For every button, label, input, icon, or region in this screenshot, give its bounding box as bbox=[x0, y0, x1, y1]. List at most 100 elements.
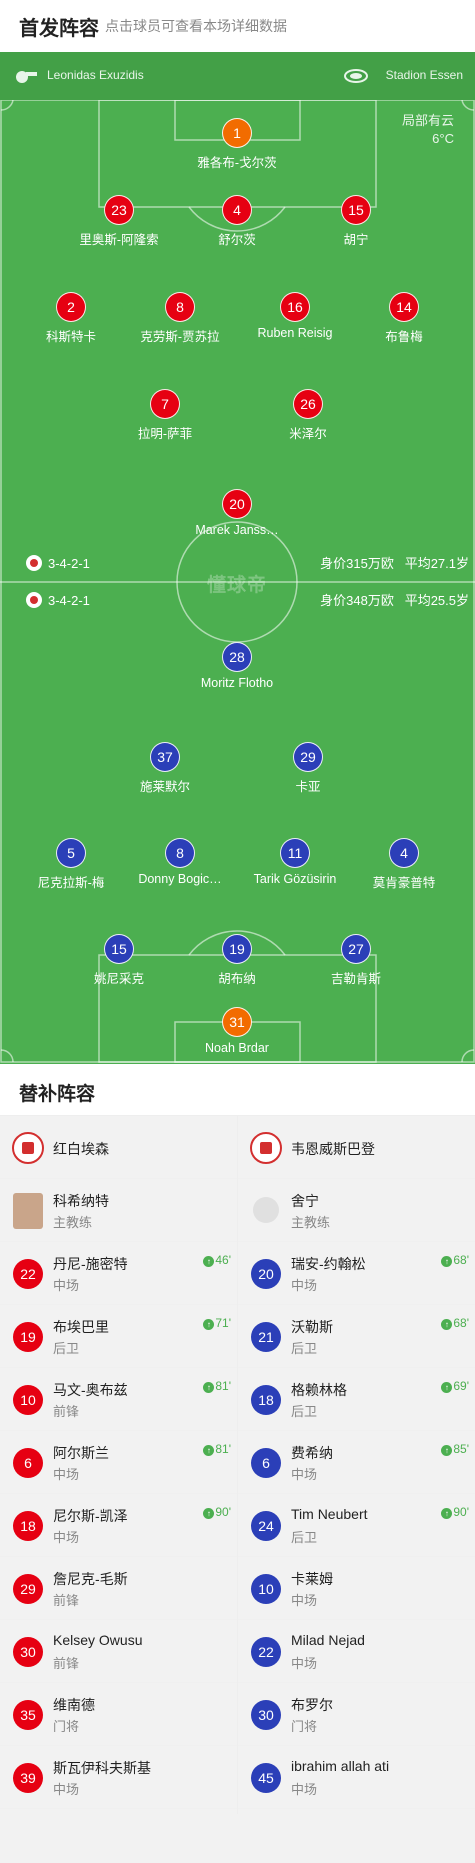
away-sub-row[interactable]: 24 Tim Neubert 后卫 ↑ 90' bbox=[238, 1494, 475, 1557]
away-player[interactable]: 37 施莱默尔 bbox=[115, 742, 215, 795]
away-sub-row[interactable]: 45 ibrahim allah ati 中场 bbox=[238, 1746, 475, 1809]
footer-space bbox=[0, 1814, 475, 1863]
sub-name: 詹尼克-毛斯 bbox=[53, 1571, 128, 1587]
away-sub-row[interactable]: 22 Milad Nejad 中场 bbox=[238, 1620, 475, 1683]
sub-in-minute-text: 46' bbox=[215, 1253, 231, 1267]
pitch: Leonidas Exuzidis Stadion Essen 局部有云 6°C… bbox=[0, 52, 475, 1064]
shirt-number: 11 bbox=[280, 838, 310, 868]
sub-position: 后卫 bbox=[53, 1341, 80, 1356]
away-player[interactable]: 11 Tarik Gözüsirin bbox=[245, 838, 345, 886]
home-player[interactable]: 8 克劳斯-贾苏拉 bbox=[130, 292, 230, 345]
sub-in-icon: ↑ bbox=[441, 1319, 453, 1330]
player-name: Tarik Gözüsirin bbox=[253, 872, 337, 886]
sub-in-minute: ↑ 69' bbox=[441, 1379, 469, 1393]
sub-in-minute-text: 68' bbox=[453, 1316, 469, 1330]
away-player[interactable]: 27 吉勒肯斯 bbox=[306, 934, 406, 987]
away-team-row[interactable]: 韦恩威斯巴登 bbox=[238, 1116, 475, 1179]
away-value: 身价348万欧 bbox=[320, 593, 394, 608]
home-player[interactable]: 1 雅各布-戈尔茨 bbox=[187, 118, 287, 171]
home-sub-row[interactable]: 19 布埃巴里 后卫 ↑ 71' bbox=[0, 1305, 237, 1368]
away-coach-avatar bbox=[253, 1197, 279, 1223]
player-name: 卡亚 bbox=[295, 780, 321, 794]
away-sub-row[interactable]: 10 卡莱姆中场 bbox=[238, 1557, 475, 1620]
away-team-logo bbox=[250, 1132, 282, 1164]
sub-in-icon: ↑ bbox=[203, 1445, 215, 1456]
sub-name: 阿尔斯兰 bbox=[53, 1445, 109, 1461]
sub-in-minute-text: 69' bbox=[453, 1379, 469, 1393]
sub-in-minute-text: 90' bbox=[453, 1505, 469, 1519]
player-name: Donny Bogic… bbox=[138, 872, 222, 886]
home-sub-row[interactable]: 22 丹尼-施密特 中场 ↑ 46' bbox=[0, 1242, 237, 1305]
home-formation: 3-4-2-1 bbox=[26, 554, 90, 574]
shirt-number: 15 bbox=[104, 934, 134, 964]
sub-in-minute-text: 81' bbox=[215, 1442, 231, 1456]
home-sub-row[interactable]: 39 斯瓦伊科夫斯基 中场 bbox=[0, 1746, 237, 1809]
home-team-row[interactable]: 红白埃森 bbox=[0, 1116, 237, 1179]
sub-number: 19 bbox=[13, 1322, 43, 1352]
sub-name: 卡莱姆 bbox=[291, 1571, 333, 1587]
sub-in-icon: ↑ bbox=[441, 1508, 453, 1519]
away-player[interactable]: 29 卡亚 bbox=[258, 742, 358, 795]
temperature: 6°C bbox=[432, 131, 454, 146]
player-name: 胡布纳 bbox=[218, 972, 256, 986]
sub-in-icon: ↑ bbox=[441, 1382, 453, 1393]
away-player[interactable]: 4 莫肯豪普特 bbox=[354, 838, 454, 891]
home-sub-row[interactable]: 10 马文-奥布兹 前锋 ↑ 81' bbox=[0, 1368, 237, 1431]
away-player[interactable]: 5 尼克拉斯-梅 bbox=[21, 838, 121, 891]
home-player[interactable]: 2 科斯特卡 bbox=[21, 292, 121, 345]
home-player[interactable]: 4 舒尔茨 bbox=[187, 195, 287, 248]
home-player[interactable]: 14 布鲁梅 bbox=[354, 292, 454, 345]
sub-number: 21 bbox=[251, 1322, 281, 1352]
away-player[interactable]: 8 Donny Bogic… bbox=[130, 838, 230, 886]
away-player[interactable]: 19 胡布纳 bbox=[187, 934, 287, 987]
player-name: 克劳斯-贾苏拉 bbox=[140, 330, 220, 344]
away-player[interactable]: 28 Moritz Flotho bbox=[187, 642, 287, 690]
sub-position: 门将 bbox=[53, 1719, 80, 1734]
away-sub-row[interactable]: 6 费希纳 中场 ↑ 85' bbox=[238, 1431, 475, 1494]
home-sub-row[interactable]: 30 Kelsey Owusu 前锋 bbox=[0, 1620, 237, 1683]
sub-position: 中场 bbox=[291, 1278, 318, 1293]
player-name: 吉勒肯斯 bbox=[330, 972, 381, 986]
away-sub-row[interactable]: 21 沃勒斯 后卫 ↑ 68' bbox=[238, 1305, 475, 1368]
away-sub-row[interactable]: 20 瑞安-约翰松 中场 ↑ 68' bbox=[238, 1242, 475, 1305]
away-coach-row[interactable]: 舍宁 主教练 bbox=[238, 1179, 475, 1242]
player-name: 尼克拉斯-梅 bbox=[37, 876, 105, 890]
away-sub-row[interactable]: 18 格赖林格 后卫 ↑ 69' bbox=[238, 1368, 475, 1431]
home-player[interactable]: 23 里奥斯-阿隆索 bbox=[69, 195, 169, 248]
sub-position: 中场 bbox=[291, 1593, 318, 1608]
sub-number: 6 bbox=[13, 1448, 43, 1478]
home-coach-avatar bbox=[13, 1193, 43, 1229]
sub-position: 门将 bbox=[291, 1719, 318, 1734]
home-sub-row[interactable]: 29 詹尼克-毛斯 前锋 bbox=[0, 1557, 237, 1620]
sub-in-minute-text: 90' bbox=[215, 1505, 231, 1519]
player-name: 里奥斯-阿隆索 bbox=[79, 233, 159, 247]
home-team-name: 红白埃森 bbox=[53, 1141, 109, 1157]
away-player[interactable]: 15 姚尼采克 bbox=[69, 934, 169, 987]
away-team-name: 韦恩威斯巴登 bbox=[291, 1141, 375, 1157]
sub-number: 10 bbox=[13, 1385, 43, 1415]
home-player[interactable]: 16 Ruben Reisig bbox=[245, 292, 345, 340]
sub-name: 斯瓦伊科夫斯基 bbox=[53, 1760, 151, 1776]
home-player[interactable]: 15 胡宁 bbox=[306, 195, 406, 248]
home-team-logo bbox=[12, 1132, 44, 1164]
home-sub-row[interactable]: 18 尼尔斯-凯泽 中场 ↑ 90' bbox=[0, 1494, 237, 1557]
away-player[interactable]: 31 Noah Brdar bbox=[187, 1007, 287, 1055]
sub-in-minute: ↑ 71' bbox=[203, 1316, 231, 1330]
sub-in-minute: ↑ 68' bbox=[441, 1316, 469, 1330]
home-player[interactable]: 26 米泽尔 bbox=[258, 389, 358, 442]
away-sub-row[interactable]: 30 布罗尔 门将 bbox=[238, 1683, 475, 1746]
home-sub-row[interactable]: 6 阿尔斯兰中场 ↑ 81' bbox=[0, 1431, 237, 1494]
stadium-icon bbox=[344, 69, 368, 83]
sub-position: 中场 bbox=[53, 1467, 80, 1482]
player-name: Noah Brdar bbox=[205, 1041, 269, 1055]
sub-number: 10 bbox=[251, 1574, 281, 1604]
home-player[interactable]: 20 Marek Janss… bbox=[187, 489, 287, 537]
sub-position: 后卫 bbox=[291, 1530, 318, 1545]
away-formation: 3-4-2-1 bbox=[26, 591, 90, 611]
sub-name: 瑞安-约翰松 bbox=[291, 1256, 366, 1272]
sub-name: 马文-奥布兹 bbox=[53, 1382, 128, 1398]
player-name: 胡宁 bbox=[343, 233, 369, 247]
home-sub-row[interactable]: 35 维南德 门将 bbox=[0, 1683, 237, 1746]
home-player[interactable]: 7 拉明-萨菲 bbox=[115, 389, 215, 442]
home-coach-row[interactable]: 科希纳特 主教练 bbox=[0, 1179, 237, 1242]
